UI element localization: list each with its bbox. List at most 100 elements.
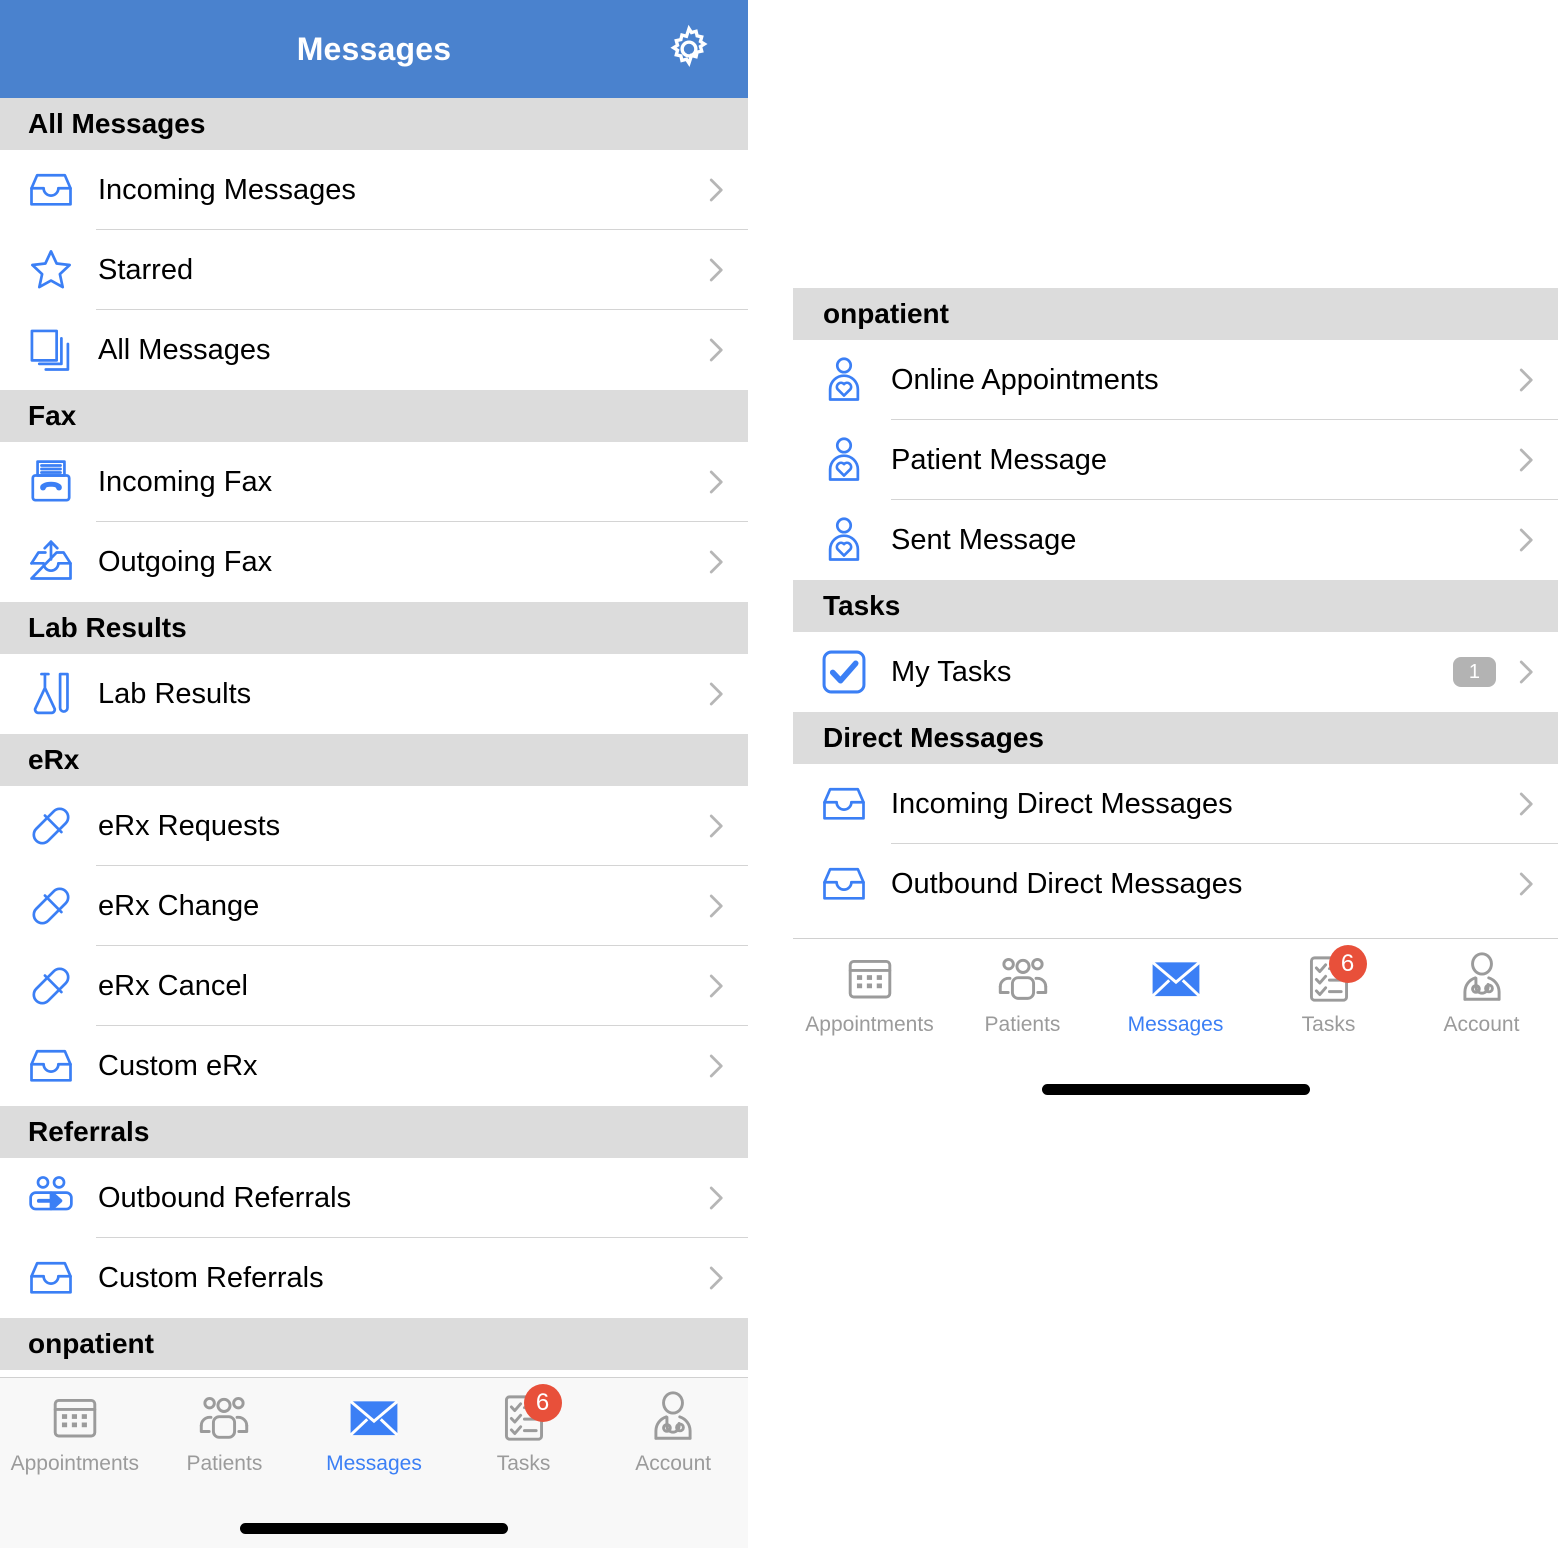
tab-patients[interactable]: Patients: [150, 1390, 300, 1476]
inbox-tray-icon: [815, 775, 873, 833]
star-icon: [22, 241, 80, 299]
notification-badge: 6: [523, 1384, 562, 1422]
tab-label: Tasks: [496, 1452, 551, 1475]
list-item-label: eRx Requests: [98, 809, 281, 842]
tab-tasks[interactable]: 6 Tasks: [1252, 945, 1405, 1037]
checklist-icon: 6: [494, 1384, 562, 1446]
tab-messages[interactable]: Messages: [1099, 951, 1252, 1037]
chevron-right-icon: [698, 465, 732, 499]
tab-account[interactable]: Account: [598, 1390, 748, 1476]
list-item[interactable]: eRx Change: [0, 866, 748, 946]
left-message-list: All Messages Incoming Messages Starred All …: [0, 98, 748, 1392]
home-indicator: [1041, 1084, 1310, 1095]
list-item[interactable]: Incoming Messages: [0, 150, 748, 230]
chevron-right-icon: [698, 173, 732, 207]
chevron-right-icon: [698, 253, 732, 287]
list-item-label: Incoming Messages: [98, 173, 356, 206]
app-screenshot: Messages All Messages Incoming Messages St…: [0, 0, 1558, 1548]
chevron-right-icon: [698, 889, 732, 923]
section-header: All Messages: [0, 98, 748, 150]
list-item[interactable]: eRx Cancel: [0, 946, 748, 1026]
list-item-label: My Tasks: [891, 655, 1012, 688]
chevron-right-icon: [698, 1049, 732, 1083]
list-item[interactable]: My Tasks 1: [793, 632, 1558, 712]
list-item[interactable]: eRx Requests: [0, 786, 748, 866]
list-item-label: Lab Results: [98, 677, 252, 710]
notification-badge: 6: [1328, 945, 1367, 983]
list-item-label: Outgoing Fax: [98, 545, 273, 578]
right-message-list: onpatient Online Appointments Patient Mess…: [793, 288, 1558, 924]
pill-capsule-icon: [22, 797, 80, 855]
inbox-tray-icon: [22, 1249, 80, 1307]
list-item[interactable]: Outbound Referrals: [0, 1158, 748, 1238]
doctor-stethoscope-icon: [643, 1390, 703, 1446]
chevron-right-icon: [1508, 867, 1542, 901]
tab-label: Account: [1443, 1013, 1520, 1036]
tab-appointments[interactable]: Appointments: [0, 1390, 150, 1476]
tab-patients[interactable]: Patients: [946, 951, 1099, 1037]
tab-bar: Appointments Patients Messages 6 Tasks Acc…: [0, 1377, 748, 1497]
calendar-icon: [840, 951, 900, 1007]
list-item-label: Incoming Direct Messages: [891, 787, 1233, 820]
stacked-pages-icon: [22, 321, 80, 379]
list-item[interactable]: Patient Message: [793, 420, 1558, 500]
list-item[interactable]: Custom eRx: [0, 1026, 748, 1106]
section-header: onpatient: [0, 1318, 748, 1370]
tab-label: Patients: [984, 1013, 1061, 1036]
right-tab-bar-container: Appointments Patients Messages 6 Tasks Acc…: [793, 938, 1558, 1095]
tab-tasks[interactable]: 6 Tasks: [449, 1384, 599, 1476]
chevron-right-icon: [1508, 363, 1542, 397]
count-badge: 1: [1452, 657, 1496, 687]
people-group-icon: [194, 1390, 254, 1446]
chevron-right-icon: [698, 1181, 732, 1215]
navigation-bar: Messages: [0, 0, 748, 98]
section-header: Direct Messages: [793, 712, 1558, 764]
pill-capsule-icon: [22, 957, 80, 1015]
list-item[interactable]: Custom Referrals: [0, 1238, 748, 1318]
list-item-label: Incoming Fax: [98, 465, 273, 498]
tab-appointments[interactable]: Appointments: [793, 951, 946, 1037]
page-title: Messages: [296, 30, 452, 67]
tab-label: Patients: [186, 1452, 263, 1475]
list-item[interactable]: Starred: [0, 230, 748, 310]
list-item[interactable]: Online Appointments: [793, 340, 1558, 420]
list-item[interactable]: Outgoing Fax: [0, 522, 748, 602]
section-header: eRx: [0, 734, 748, 786]
envelope-icon: [1146, 951, 1206, 1007]
chevron-right-icon: [1508, 523, 1542, 557]
tab-label: Appointments: [10, 1452, 139, 1475]
doctor-stethoscope-icon: [1452, 951, 1512, 1007]
list-item[interactable]: Sent Message: [793, 500, 1558, 580]
section-header: onpatient: [793, 288, 1558, 340]
checkbox-checked-icon: [815, 643, 873, 701]
list-item-label: eRx Change: [98, 889, 260, 922]
list-item[interactable]: Incoming Fax: [0, 442, 748, 522]
section-header: Fax: [0, 390, 748, 442]
list-item-label: Custom Referrals: [98, 1261, 324, 1294]
patient-heart-icon: [815, 431, 873, 489]
chevron-right-icon: [698, 1261, 732, 1295]
gear-icon[interactable]: [662, 22, 716, 76]
pill-capsule-icon: [22, 877, 80, 935]
section-header: Tasks: [793, 580, 1558, 632]
tab-label: Appointments: [805, 1013, 934, 1036]
list-item[interactable]: Outbound Direct Messages: [793, 844, 1558, 924]
tab-label: Messages: [1127, 1013, 1224, 1036]
patient-heart-icon: [815, 351, 873, 409]
chevron-right-icon: [1508, 443, 1542, 477]
list-item[interactable]: Incoming Direct Messages: [793, 764, 1558, 844]
checklist-icon: 6: [1299, 945, 1367, 1007]
calendar-icon: [45, 1390, 105, 1446]
list-item-label: eRx Cancel: [98, 969, 248, 1002]
tab-messages[interactable]: Messages: [299, 1390, 449, 1476]
list-item-label: Patient Message: [891, 443, 1108, 476]
list-item[interactable]: Lab Results: [0, 654, 748, 734]
section-header: Lab Results: [0, 602, 748, 654]
inbox-tray-icon: [22, 1037, 80, 1095]
list-item[interactable]: All Messages: [0, 310, 748, 390]
tab-account[interactable]: Account: [1405, 951, 1558, 1037]
list-item-label: Sent Message: [891, 523, 1077, 556]
left-phone-panel: Messages All Messages Incoming Messages St…: [0, 0, 748, 1548]
list-item-label: All Messages: [98, 333, 271, 366]
chevron-right-icon: [698, 677, 732, 711]
